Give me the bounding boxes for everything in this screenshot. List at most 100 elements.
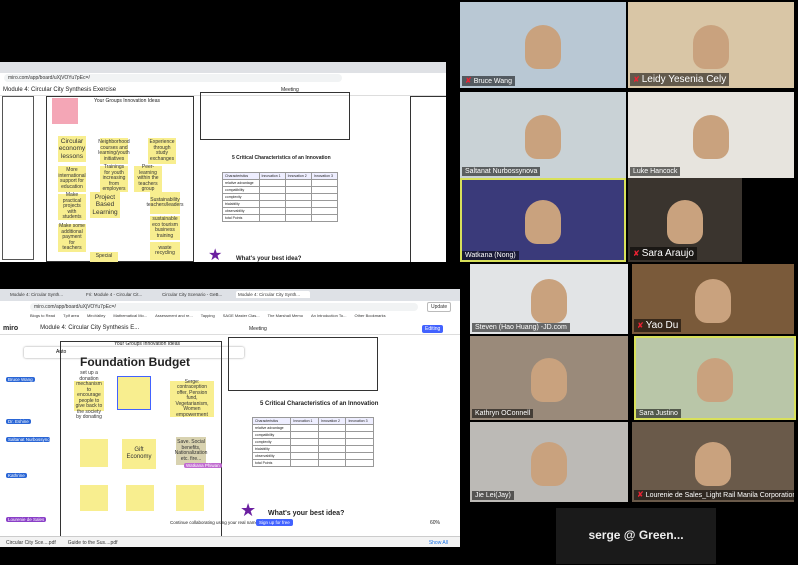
table-cell: [345, 438, 374, 446]
zoom-level[interactable]: 60%: [430, 520, 440, 526]
participant-name-label: Kathryn OConnell: [475, 410, 531, 417]
sticky-note: Project Based Learning: [90, 192, 120, 218]
continue-collab-text: Continue collaborating using your real n…: [170, 520, 259, 525]
table-cell: [310, 193, 339, 201]
participant-name-label: Leidy Yesenia Cely: [641, 74, 727, 85]
sticky-note: [176, 485, 204, 511]
table-row: trialability: [222, 200, 339, 208]
table-row: observability: [251, 452, 374, 460]
collaborator-tag: Dr. Eshine: [6, 419, 31, 424]
editing-button[interactable]: Editing: [422, 325, 444, 333]
bookmark-item[interactable]: Blogs to Read: [30, 313, 55, 321]
table-cell: Innovation 3: [345, 417, 374, 425]
sticky-note: set up a donation mechanism to encourage…: [74, 370, 104, 421]
meeting-button[interactable]: Meeting: [246, 325, 270, 333]
table-cell: relative advantage: [222, 179, 260, 187]
participant-tile[interactable]: Sara Justino: [634, 336, 796, 420]
bookmark-item[interactable]: Other Bookmarks: [354, 313, 385, 321]
sticky-note: sustainable eco tourism business trainin…: [150, 216, 180, 240]
table-cell: [317, 431, 347, 439]
participant-tile[interactable]: ✘ Leidy Yesenia Cely: [628, 2, 794, 88]
download-item[interactable]: Guide to the Sus....pdf: [68, 540, 118, 546]
participant-tile[interactable]: ✘ Sara Araujo: [628, 178, 742, 262]
table-row: compatibility: [251, 431, 374, 439]
table-cell: [284, 214, 312, 222]
table-row: complexity: [251, 438, 374, 446]
browser-tab[interactable]: Circular City Scenario - GeB...: [160, 291, 234, 298]
miro-toolbar: miro Module 4: Circular City Synthesis E…: [0, 322, 460, 335]
signup-button[interactable]: Sign up for free: [256, 519, 293, 526]
participant-tile[interactable]: Luke Hancock: [628, 92, 794, 178]
sticky-note: Experience through study exchanges: [148, 138, 176, 164]
table-cell: [258, 207, 286, 215]
participant-name: ✘ Leidy Yesenia Cely: [630, 73, 730, 86]
best-idea-label: What's your best idea?: [236, 256, 302, 262]
table-cell: Innovation 1: [258, 172, 286, 180]
bookmark-item[interactable]: MiroValley: [87, 313, 105, 321]
table-row: relative advantage: [222, 179, 339, 187]
table-cell: [290, 431, 319, 439]
collaborator-tag: Kathrine: [6, 473, 27, 478]
table-cell: [284, 207, 312, 215]
participant-tile[interactable]: serge @ Green...: [556, 508, 716, 564]
table-cell: [317, 438, 347, 446]
bookmark-item[interactable]: SAGE Master Clas...: [223, 313, 260, 321]
participant-tile[interactable]: Steven (Hao Huang) -JD.com: [470, 264, 628, 334]
table-cell: [310, 214, 339, 222]
participant-video: [695, 279, 731, 323]
browser-tabbar: [0, 62, 446, 73]
bookmark-item[interactable]: Tapping: [201, 313, 215, 321]
table-row: complexity: [222, 193, 339, 201]
participant-name-label: Bruce Wang: [473, 77, 512, 85]
participant-tile[interactable]: Kathryn OConnell: [470, 336, 628, 420]
sticky-note: Sustainability teachers/leaders: [147, 192, 183, 214]
download-item[interactable]: Circular City Sce....pdf: [6, 540, 56, 546]
participant-tile[interactable]: Jie Lei(Jay): [470, 422, 628, 502]
bookmark-item[interactable]: Tplf area: [63, 313, 79, 321]
browser-tab[interactable]: Module 4: Circular Synth...: [8, 291, 82, 298]
participant-name-label: Jie Lei(Jay): [475, 492, 511, 499]
bookmark-item[interactable]: An Introduction To...: [311, 313, 347, 321]
show-all-link[interactable]: Show All: [429, 540, 448, 546]
bookmark-item[interactable]: The Marshall Memo: [268, 313, 303, 321]
collaborator-tag: Lourenie de Sales: [6, 517, 47, 522]
sticky-note: Gift Economy: [122, 439, 156, 469]
sticky-note: Neighborhood courses and learning/youth …: [98, 138, 130, 164]
participant-name-label: Yao Du: [645, 320, 679, 331]
table-row: total Points: [222, 214, 339, 222]
participant-tile[interactable]: ✘ Yao Du: [632, 264, 794, 334]
browser-tab[interactable]: Module 4: Circular City Synth...: [236, 291, 310, 298]
browser-tab[interactable]: Fri: Module 4 - Circular Cit...: [84, 291, 158, 298]
participant-name-label: Watkana (Nong): [465, 252, 516, 259]
group-ideas-title: Your Groups Innovation Ideas: [94, 98, 160, 104]
board-title[interactable]: Module 4: Circular City Synthesis Exerci…: [3, 87, 116, 93]
table-cell: [258, 193, 286, 201]
participant-name: ✘ Lourenie de Sales_Light Rail Manila Cor…: [634, 490, 794, 500]
participant-name: Jie Lei(Jay): [472, 491, 514, 500]
table-cell: Characteristics: [251, 417, 292, 425]
sticky-note: Make some additional payment for teacher…: [58, 223, 86, 252]
best-idea-label: What's your best idea?: [268, 510, 345, 517]
update-button[interactable]: Update: [427, 302, 452, 312]
participant-video: [531, 358, 567, 402]
participant-video: [525, 25, 561, 69]
table-cell: trialability: [222, 200, 260, 208]
participant-name: Watkana (Nong): [462, 251, 519, 260]
participant-name-label: Lourenie de Sales_Light Rail Manila Corp…: [645, 491, 794, 499]
bookmark-item[interactable]: Mathematical Mo...: [113, 313, 147, 321]
participant-tile[interactable]: Saltanat Nurbossynova: [460, 92, 626, 178]
table-cell: [310, 179, 339, 187]
participant-video: [531, 279, 567, 323]
board-title[interactable]: Module 4: Circular City Synthesis E...: [40, 325, 139, 331]
participant-name: ✘ Bruce Wang: [462, 76, 515, 86]
participant-tile[interactable]: ✘ Lourenie de Sales_Light Rail Manila Cor…: [632, 422, 794, 502]
address-bar[interactable]: miro.com/app/board/uXjVOYu7pEc=/: [4, 74, 342, 82]
address-bar[interactable]: miro.com/app/board/uXjVOYu7pEc=/: [30, 303, 418, 311]
bookmark-item[interactable]: Assessment and re...: [155, 313, 193, 321]
participant-tile[interactable]: ✘ Bruce Wang: [460, 2, 626, 88]
group-ideas-title: Your Groups Innovation Ideas: [114, 341, 180, 347]
sticky-note: [126, 485, 154, 511]
participant-name-label: Luke Hancock: [633, 168, 678, 175]
participant-tile[interactable]: Watkana (Nong): [460, 178, 626, 262]
table-row: total Points: [251, 459, 374, 467]
